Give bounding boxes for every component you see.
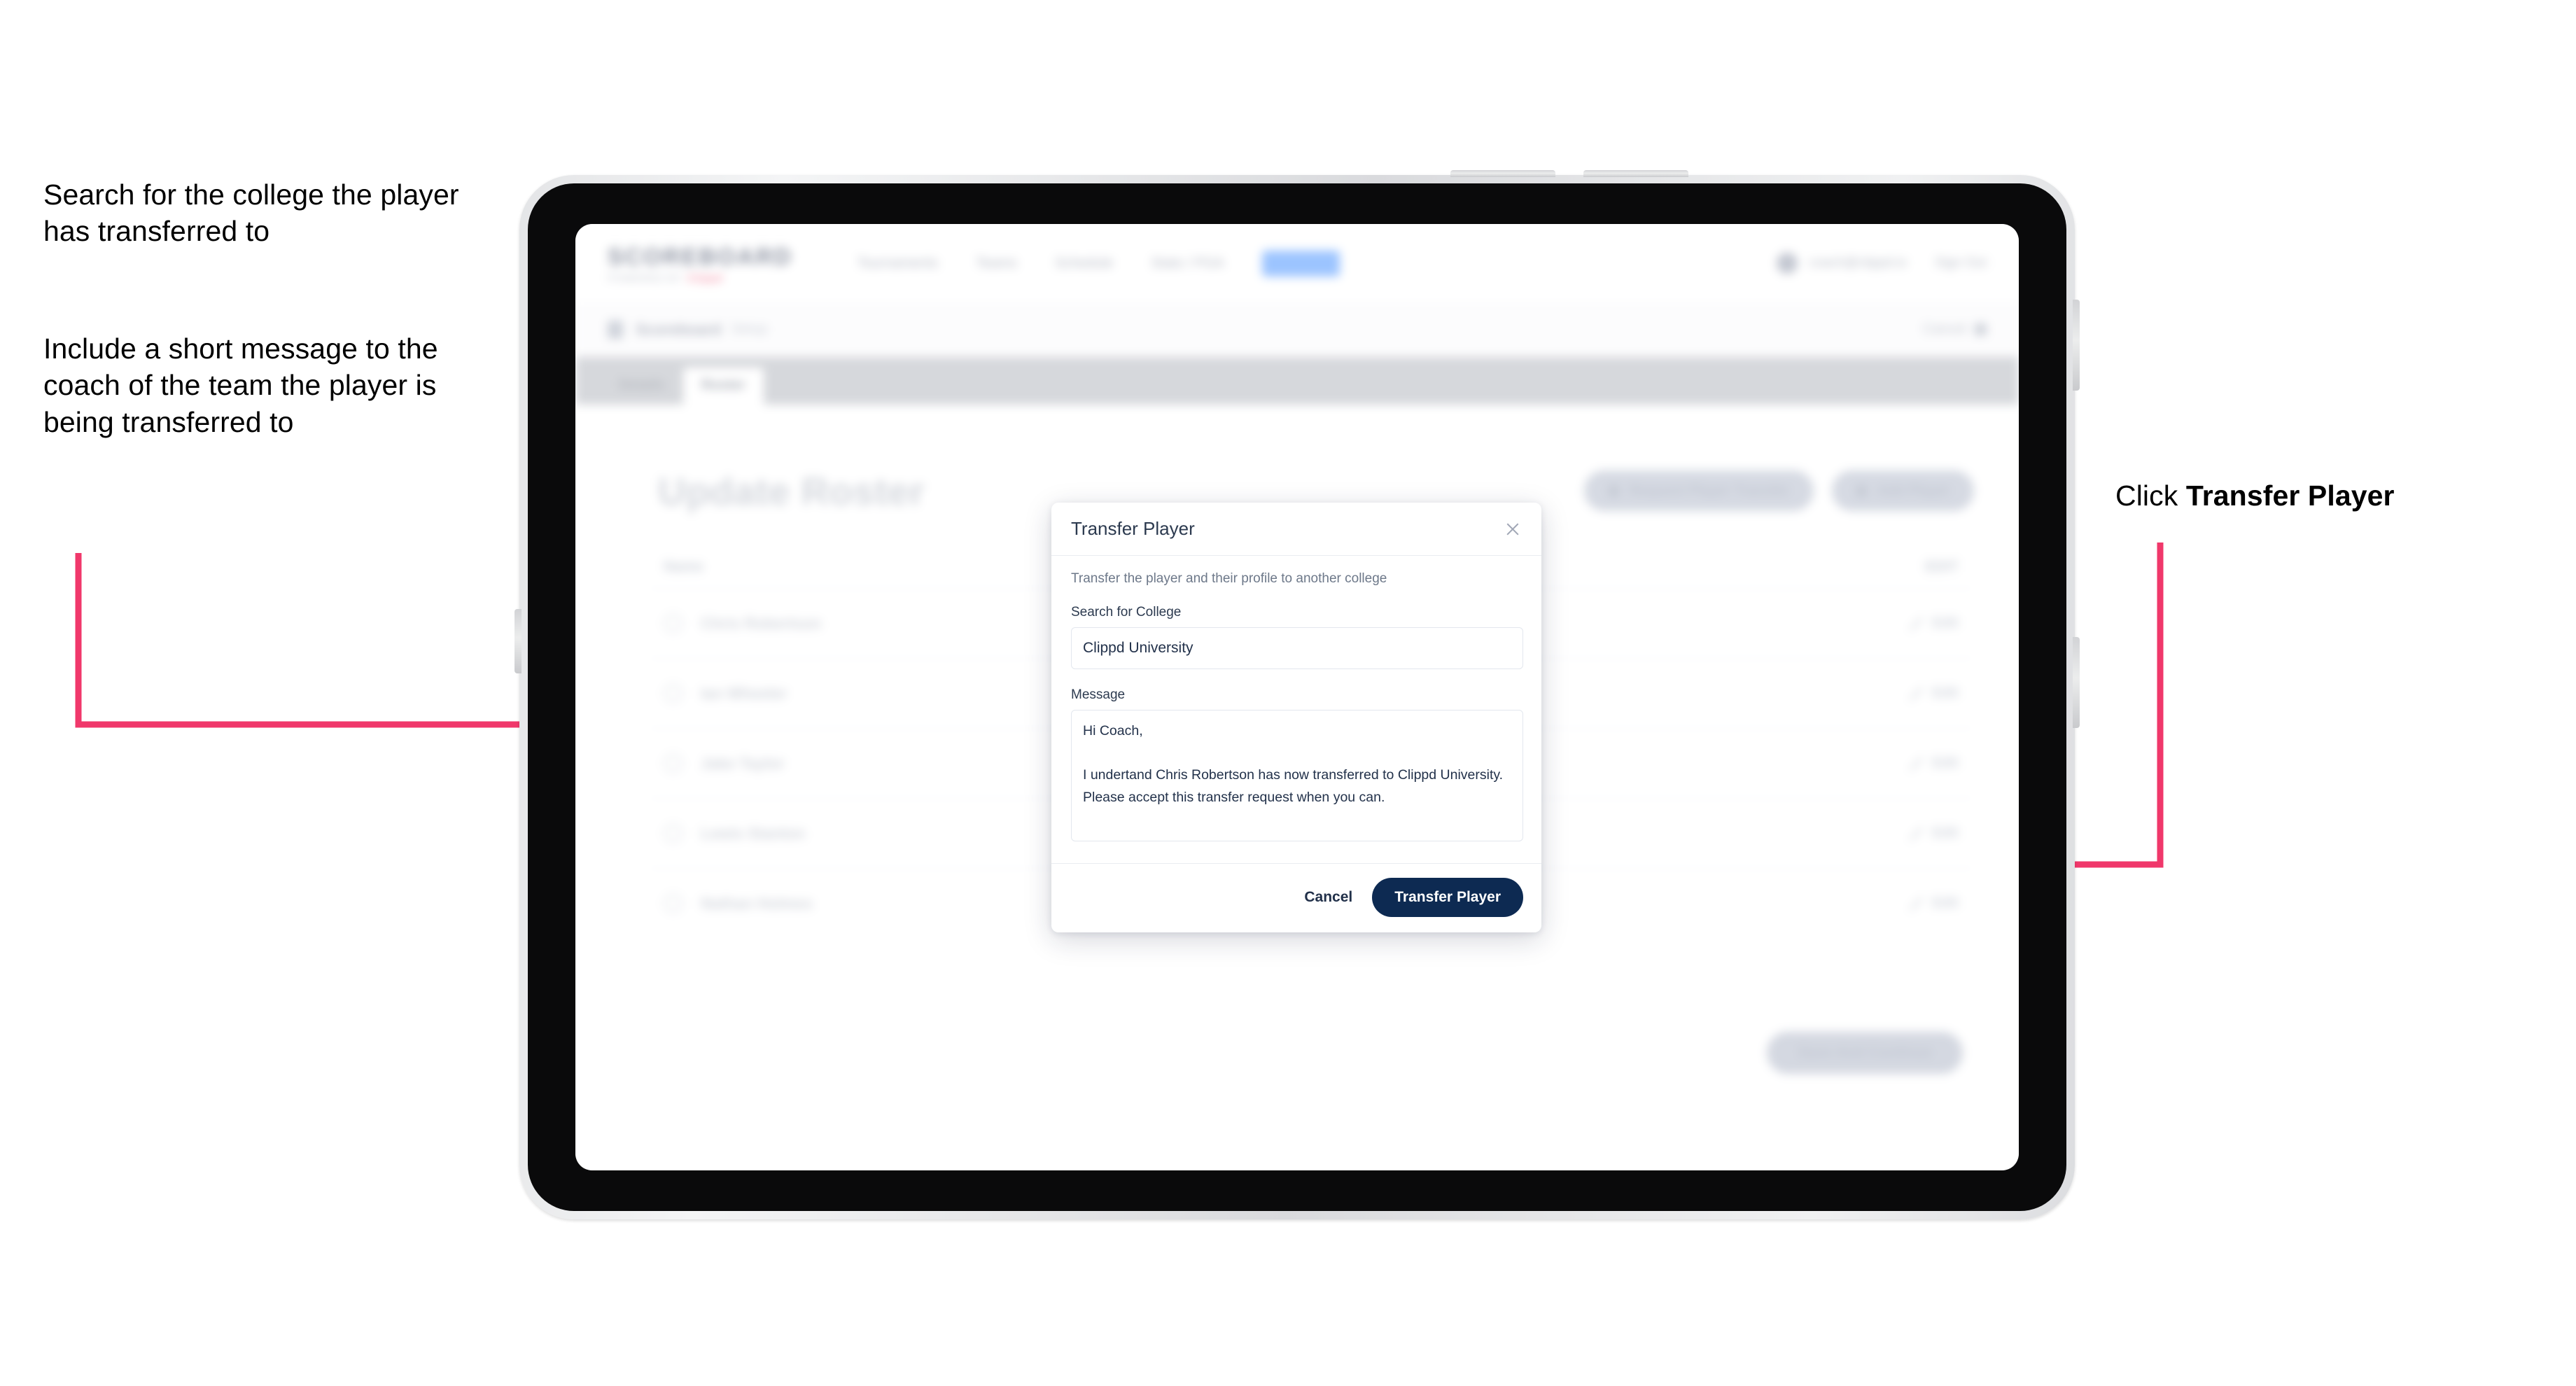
save-and-continue-button[interactable]: Save And Continue	[1767, 1032, 1963, 1074]
app-logo[interactable]: SCOREBOARD POWERED BY Clippd	[608, 244, 792, 284]
side-button-left[interactable]	[514, 609, 522, 673]
player-name: Nathan Holmes	[701, 894, 813, 912]
modal-body: Transfer the player and their profile to…	[1051, 556, 1541, 863]
sign-out-link[interactable]: Sign Out	[1935, 255, 1987, 271]
modal-footer: Cancel Transfer Player	[1051, 863, 1541, 932]
avatar[interactable]	[1777, 253, 1798, 274]
pencil-icon	[1908, 616, 1923, 631]
volume-down-button[interactable]	[1583, 170, 1688, 177]
modal-title: Transfer Player	[1071, 518, 1195, 539]
roster-col-name: Name	[664, 559, 704, 575]
add-player-button[interactable]: Add Player	[1831, 470, 1974, 511]
row-edit-action[interactable]: Edit	[1908, 615, 1959, 631]
nav-item-teams[interactable]: Teams	[976, 255, 1017, 272]
clipboard-icon	[608, 320, 623, 339]
breadcrumb-main[interactable]: Scoreboard	[636, 321, 721, 339]
roster-col-edit: EDIT	[1925, 559, 1959, 575]
logo-powered-by: POWERED BY	[608, 272, 682, 284]
row-checkbox[interactable]	[664, 894, 682, 913]
annotation-right-prefix: Click	[2115, 479, 2186, 512]
row-edit-action[interactable]: Edit	[1908, 825, 1959, 841]
annotation-click-transfer: Click Transfer Player	[2115, 477, 2549, 514]
row-checkbox[interactable]	[664, 824, 682, 843]
field-spacer	[1071, 669, 1523, 687]
request-player-transfer-button[interactable]: Request Player Transfer	[1583, 470, 1814, 511]
add-player-label: Add Player	[1877, 482, 1950, 498]
user-email: coach@clippd.io	[1809, 255, 1907, 270]
transfer-player-modal: Transfer Player Transfer the player and …	[1051, 503, 1541, 932]
nav-item-stats[interactable]: Stats / PGA	[1151, 255, 1224, 272]
header-right: coach@clippd.io Sign Out	[1777, 253, 1987, 274]
player-name: Ian Wheeler	[701, 684, 788, 702]
page-title: Update Roster	[658, 470, 925, 513]
screenshot-canvas: Search for the college the player has tr…	[0, 0, 2576, 1386]
row-edit-action[interactable]: Edit	[1908, 755, 1959, 771]
transfer-player-submit-button[interactable]: Transfer Player	[1372, 878, 1523, 917]
cancel-button[interactable]: Cancel	[1304, 889, 1352, 906]
request-player-transfer-label: Request Player Transfer	[1629, 482, 1790, 498]
breadcrumb-sub: Setup	[731, 321, 768, 337]
side-button-right-top[interactable]	[2073, 300, 2080, 391]
modal-description: Transfer the player and their profile to…	[1071, 571, 1387, 586]
header-actions: Request Player Transfer Add Player	[1583, 470, 1974, 511]
nav-item-roster-badge[interactable]: Roster	[1261, 250, 1340, 276]
edit-label: Edit	[1932, 755, 1959, 771]
logo-text: SCOREBOARD	[608, 243, 793, 270]
transfer-icon	[1607, 484, 1620, 497]
pencil-icon	[1908, 756, 1923, 771]
tab-details[interactable]: Details	[601, 368, 683, 405]
breadcrumb-right: Cancel	[1923, 321, 1987, 337]
player-name: Lewis Stanton	[701, 824, 806, 842]
close-icon[interactable]	[1502, 519, 1523, 540]
row-checkbox[interactable]	[664, 684, 682, 703]
college-field-label: Search for College	[1071, 605, 1182, 620]
pencil-icon	[1908, 826, 1923, 841]
close-icon[interactable]	[1975, 323, 1987, 335]
app-header: SCOREBOARD POWERED BY Clippd Tournaments…	[575, 224, 2019, 302]
modal-header: Transfer Player	[1051, 503, 1541, 556]
tab-roster[interactable]: Roster	[682, 368, 764, 405]
edit-label: Edit	[1932, 825, 1959, 841]
row-edit-action[interactable]: Edit	[1908, 895, 1959, 911]
annotation-search-college: Search for the college the player has tr…	[43, 178, 459, 248]
tab-strip: Details Roster	[575, 357, 2019, 405]
annotation-include-message: Include a short message to the coach of …	[43, 332, 438, 438]
message-textarea[interactable]	[1071, 710, 1523, 841]
row-checkbox[interactable]	[664, 614, 682, 633]
breadcrumb-cancel-label[interactable]: Cancel	[1923, 321, 1966, 337]
breadcrumb-bar: Scoreboard Setup Cancel	[575, 302, 2019, 357]
pencil-icon	[1908, 896, 1923, 911]
nav-item-tournaments[interactable]: Tournaments	[857, 255, 938, 272]
plus-icon	[1855, 484, 1868, 497]
main-nav: Tournaments Teams Schedule Stats / PGA R…	[857, 250, 1340, 276]
message-field-label: Message	[1071, 687, 1126, 702]
annotation-right-bold: Transfer Player	[2185, 479, 2395, 512]
row-checkbox[interactable]	[664, 754, 682, 773]
volume-up-button[interactable]	[1450, 170, 1555, 177]
logo-subtext: POWERED BY Clippd	[608, 272, 792, 284]
nav-item-schedule[interactable]: Schedule	[1055, 255, 1113, 272]
logo-brand: Clippd	[687, 272, 723, 284]
side-button-right-bottom[interactable]	[2073, 637, 2080, 728]
pencil-icon	[1908, 686, 1923, 701]
row-edit-action[interactable]: Edit	[1908, 685, 1959, 701]
search-college-input[interactable]	[1071, 627, 1523, 669]
edit-label: Edit	[1932, 615, 1959, 631]
edit-label: Edit	[1932, 895, 1959, 911]
edit-label: Edit	[1932, 685, 1959, 701]
player-name: Jake Taylor	[701, 754, 785, 772]
player-name: Chris Robertson	[701, 614, 822, 632]
